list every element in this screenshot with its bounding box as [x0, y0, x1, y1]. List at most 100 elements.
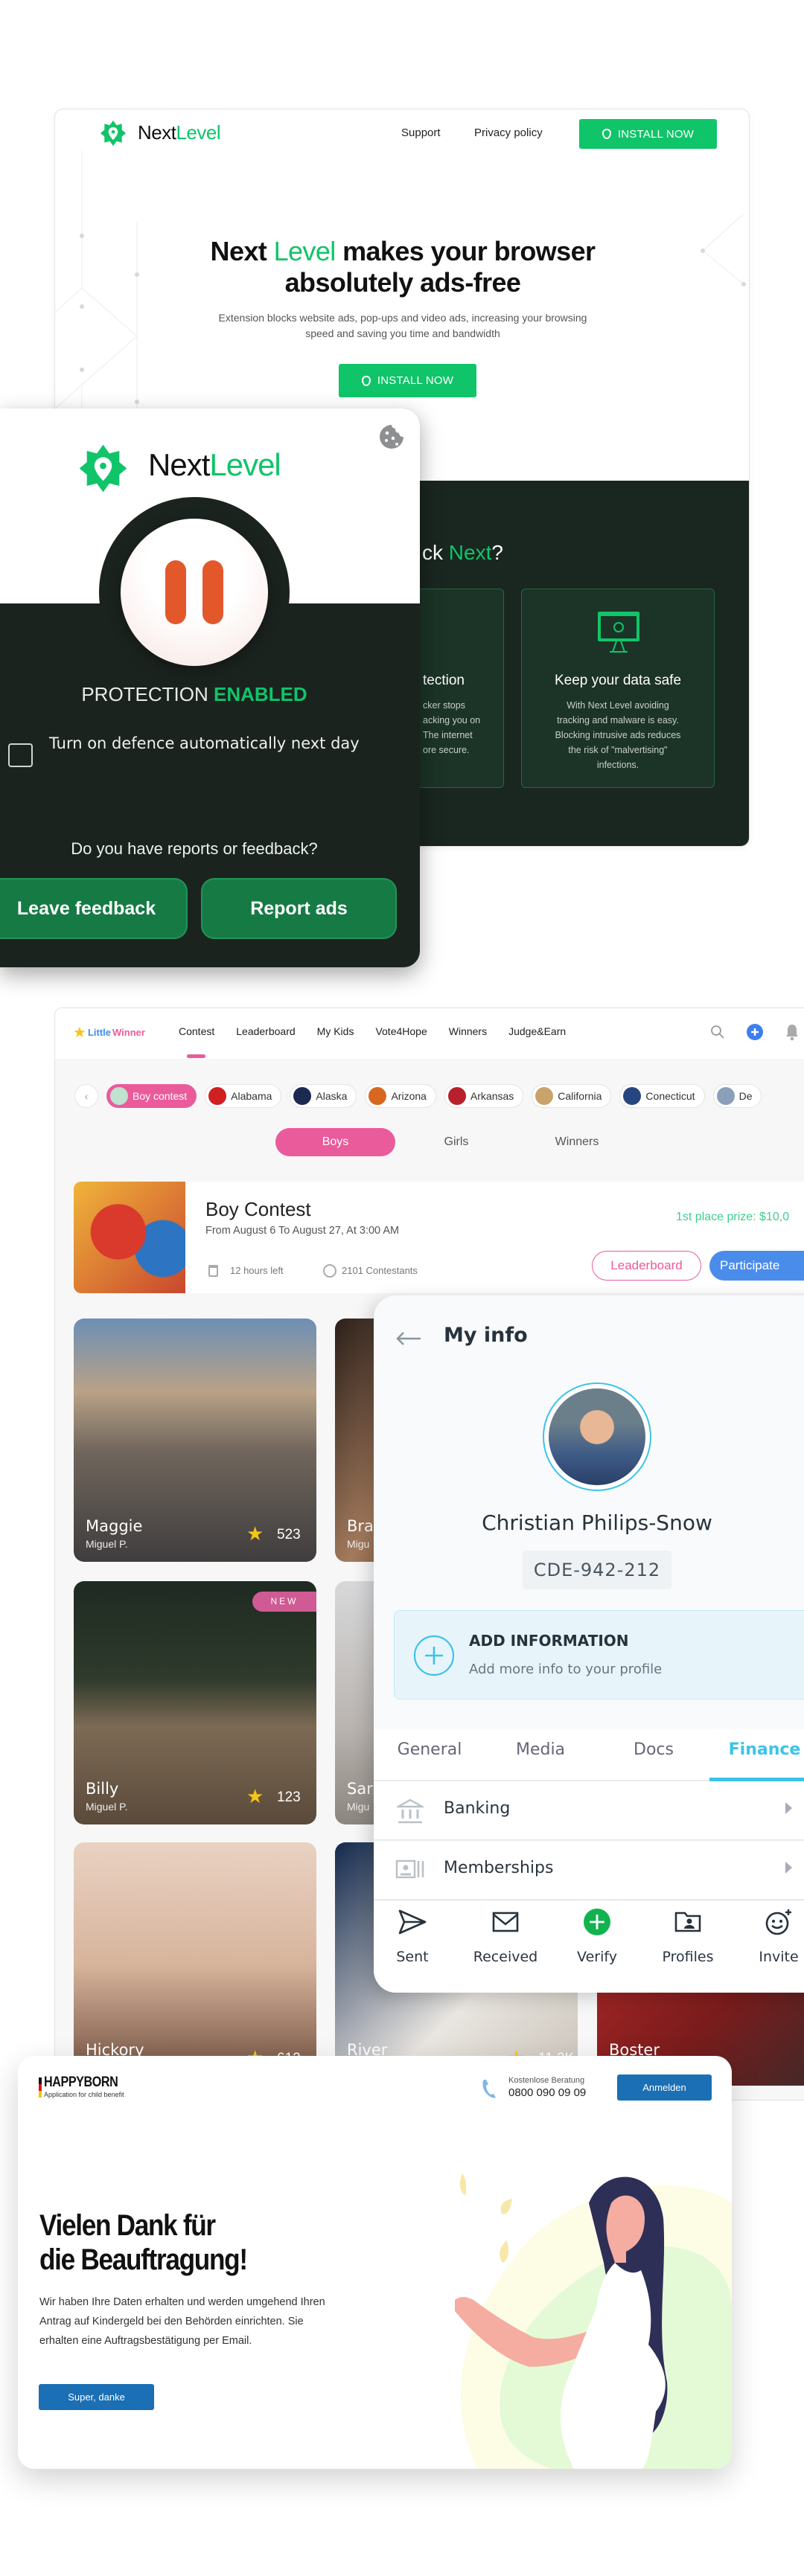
bottom-nav-invite[interactable]: Invite	[738, 1909, 804, 1965]
why-pre: ck	[422, 541, 449, 564]
tab-winners[interactable]: Winners	[532, 1128, 622, 1156]
add-icon[interactable]	[747, 1024, 763, 1040]
row-label: Memberships	[444, 1859, 554, 1877]
tab-general[interactable]: General	[398, 1740, 462, 1759]
bottom-nav-profiles[interactable]: Profiles	[647, 1909, 729, 1965]
pause-icon-bar	[202, 560, 223, 624]
calendar-icon	[208, 1265, 218, 1277]
search-icon[interactable]	[710, 1025, 725, 1039]
brand-part2: Winner	[112, 1027, 145, 1038]
status-label: PROTECTION	[81, 683, 214, 705]
chip-de[interactable]: De	[712, 1084, 762, 1108]
leave-feedback-button[interactable]: Leave feedback	[0, 878, 188, 939]
nextlevel-logo-icon	[79, 444, 127, 493]
vote-score: 523	[277, 1527, 301, 1542]
brand-part1: Next	[138, 121, 176, 144]
flag-icon	[447, 1087, 466, 1105]
contestant-name: Sar	[347, 1780, 373, 1798]
contestant-card[interactable]: Maggie Miguel P. ★ 523	[74, 1319, 316, 1562]
nav-judge-earn[interactable]: Judge&Earn	[508, 1025, 566, 1037]
bottom-nav-label: Sent	[396, 1949, 429, 1965]
leaderboard-button[interactable]: Leaderboard	[592, 1251, 701, 1281]
bottom-nav-received[interactable]: Received	[465, 1909, 546, 1965]
chip-boy-contest[interactable]: Boy contest	[106, 1084, 197, 1108]
back-arrow-icon[interactable]	[395, 1331, 422, 1346]
nav-support-link[interactable]: Support	[401, 126, 441, 139]
nextlevel-brand[interactable]: NextLevel	[138, 121, 221, 144]
cookie-icon[interactable]	[378, 423, 405, 450]
line: cker stops	[423, 700, 465, 711]
happyborn-confirmation-page: HAPPYBORN Application for child benefit …	[18, 2056, 732, 2469]
vote-score: 123	[277, 1790, 301, 1805]
user-id-badge: CDE-942-212	[523, 1551, 671, 1589]
hero-headline-line2: absolutely ads-free	[284, 267, 521, 298]
my-info-panel: My info Christian Philips-Snow CDE-942-2…	[374, 1295, 804, 1993]
tab-media[interactable]: Media	[516, 1740, 565, 1759]
badge-pin-icon	[361, 375, 371, 386]
hotline-number[interactable]: 0800 090 09 09	[508, 2086, 586, 2099]
notification-bell-icon[interactable]	[785, 1023, 800, 1041]
auto-defence-checkbox[interactable]	[8, 743, 33, 767]
nav-privacy-policy-link[interactable]: Privacy policy	[474, 126, 543, 139]
bottom-nav-verify[interactable]: Verify	[556, 1909, 638, 1965]
bottom-nav-sent[interactable]: Sent	[374, 1909, 453, 1965]
add-information-card[interactable]: ADD INFORMATION Add more info to your pr…	[394, 1610, 804, 1699]
nav-winners[interactable]: Winners	[449, 1025, 487, 1037]
brand-part2: Level	[176, 121, 221, 144]
chip-california[interactable]: California	[532, 1084, 612, 1108]
chip-label: Arkansas	[470, 1090, 514, 1102]
littlewinner-logo[interactable]: ★ Little Winner	[73, 1023, 145, 1042]
add-info-title: ADD INFORMATION	[469, 1632, 629, 1650]
pause-icon-bar	[165, 560, 186, 624]
chip-alaska[interactable]: Alaska	[290, 1084, 357, 1108]
contestants-count: 2101 Contestants	[342, 1265, 418, 1276]
hero-headline-line1: Next Level makes your browser	[55, 236, 749, 267]
avatar[interactable]	[543, 1382, 651, 1491]
active-nav-indicator	[187, 1054, 205, 1058]
tab-finance[interactable]: Finance	[729, 1740, 801, 1759]
confirmation-body: Wir haben Ihre Daten erhalten und werden…	[39, 2296, 325, 2347]
tab-docs[interactable]: Docs	[634, 1740, 674, 1759]
nav-leaderboard[interactable]: Leaderboard	[236, 1025, 295, 1037]
chip-arkansas[interactable]: Arkansas	[444, 1084, 524, 1108]
nav-vote4hope[interactable]: Vote4Hope	[375, 1025, 427, 1037]
header-install-now-button[interactable]: INSTALL NOW	[579, 119, 717, 149]
tab-boys[interactable]: Boys	[275, 1128, 395, 1156]
flag-icon	[623, 1087, 642, 1105]
chips-back-button[interactable]: ‹	[74, 1084, 98, 1108]
smiley-plus-icon	[765, 1909, 791, 1935]
confirm-button[interactable]: Super, danke	[39, 2384, 154, 2410]
report-ads-button[interactable]: Report ads	[201, 878, 397, 939]
contestant-parent: Migu	[347, 1801, 370, 1813]
feedback-question: Do you have reports or feedback?	[71, 839, 318, 858]
chevron-right-icon	[785, 1862, 792, 1874]
avatar-photo	[549, 1388, 645, 1485]
login-button[interactable]: Anmelden	[617, 2074, 712, 2101]
chip-arizona[interactable]: Arizona	[365, 1084, 436, 1108]
chip-label: California	[558, 1090, 602, 1102]
hero-install-now-button[interactable]: INSTALL NOW	[339, 364, 476, 397]
line: The internet	[423, 730, 473, 740]
flag-icon	[293, 1087, 312, 1105]
nav-my-kids[interactable]: My Kids	[317, 1025, 354, 1037]
auto-defence-label[interactable]: Turn on defence automatically next day	[49, 730, 392, 757]
contestants-icon	[323, 1264, 336, 1278]
brand-part1: Next	[148, 447, 210, 482]
nav-contest[interactable]: Contest	[179, 1025, 214, 1037]
chip-conecticut[interactable]: Conecticut	[619, 1084, 705, 1108]
pause-protection-button[interactable]	[121, 519, 268, 666]
chevron-right-icon	[785, 1802, 792, 1814]
feature-title: Keep your data safe	[554, 673, 682, 688]
row-banking[interactable]: Banking	[374, 1781, 804, 1841]
chip-alabama[interactable]: Alabama	[205, 1084, 282, 1108]
tab-girls[interactable]: Girls	[419, 1128, 494, 1156]
happyborn-logo[interactable]: HAPPYBORN	[44, 2074, 118, 2091]
contestant-parent: Miguel P.	[86, 1538, 128, 1550]
page-title: My info	[444, 1324, 528, 1347]
german-flag-bar	[39, 2077, 42, 2098]
id-card-icon	[395, 1859, 424, 1879]
contestant-card[interactable]: Billy Miguel P. ★ 123 NEW	[74, 1581, 316, 1824]
row-memberships[interactable]: Memberships	[374, 1841, 804, 1900]
contestant-card[interactable]: Hickory★612	[74, 1842, 316, 2086]
participate-button[interactable]: Participate	[709, 1251, 804, 1281]
